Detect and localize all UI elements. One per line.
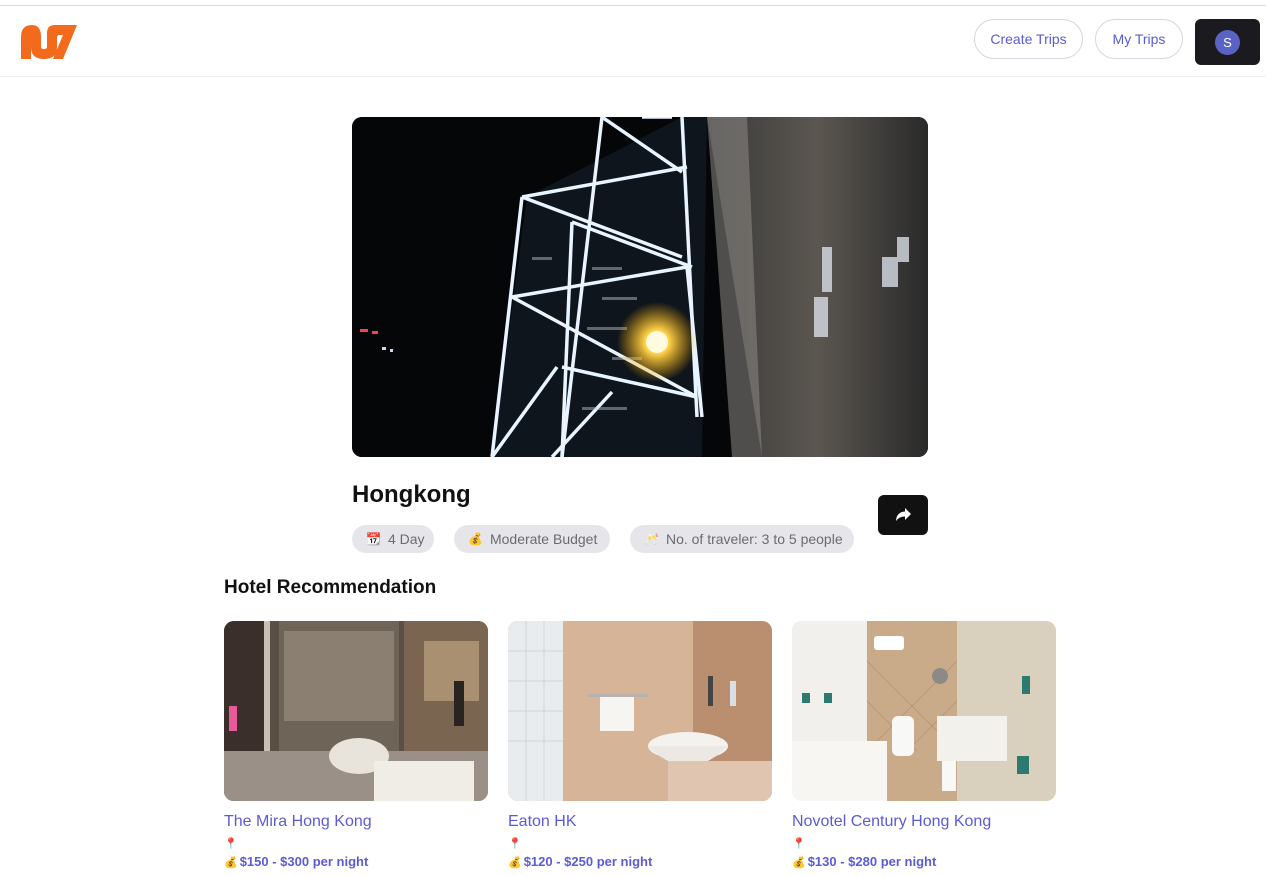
hotel-price-row: 💰 $150 - $300 per night <box>224 854 488 869</box>
hotel-image <box>508 621 772 801</box>
my-trips-button[interactable]: My Trips <box>1095 19 1183 59</box>
hotel-location: 📍 <box>792 835 1056 850</box>
share-icon <box>896 508 911 521</box>
trip-travelers-badge: 🥂 No. of traveler: 3 to 5 people <box>630 525 854 553</box>
app-header: Create Trips My Trips S <box>0 6 1266 77</box>
hotel-section-title: Hotel Recommendation <box>224 577 437 598</box>
cheers-icon: 🥂 <box>644 532 659 546</box>
hotel-image <box>224 621 488 801</box>
profile-menu-button[interactable]: S <box>1195 19 1260 65</box>
hotel-location: 📍 <box>224 835 488 850</box>
trip-budget-text: Moderate Budget <box>489 531 598 547</box>
hotel-price-row: 💰 $130 - $280 per night <box>792 854 1056 869</box>
hotel-price: $120 - $250 per night <box>523 854 653 869</box>
money-bag-icon: 💰 <box>468 532 483 546</box>
money-bag-icon: 💰 <box>792 857 806 869</box>
money-bag-icon: 💰 <box>224 857 238 869</box>
location-pin-icon: 📍 <box>508 838 522 850</box>
location-pin-icon: 📍 <box>792 838 806 850</box>
avatar: S <box>1215 29 1240 55</box>
hotel-price: $150 - $300 per night <box>239 854 369 869</box>
trip-duration-badge: 📆 4 Day <box>352 525 434 553</box>
hotel-price: $130 - $280 per night <box>807 854 937 869</box>
trip-travelers-text: No. of traveler: 3 to 5 people <box>665 531 843 547</box>
tripgen-logo-icon[interactable] <box>19 23 79 61</box>
trip-budget-badge: 💰 Moderate Budget <box>454 525 610 553</box>
location-pin-icon: 📍 <box>224 838 238 850</box>
hotel-location: 📍 <box>508 835 772 850</box>
destination-hero-image <box>352 117 928 457</box>
hotel-name[interactable]: The Mira Hong Kong <box>224 813 488 831</box>
hotel-card[interactable]: The Mira Hong Kong 📍 💰 $150 - $300 per ni… <box>224 621 488 869</box>
share-button[interactable] <box>878 495 928 535</box>
hotel-name[interactable]: Eaton HK <box>508 813 772 831</box>
destination-title: Hongkong <box>352 481 471 508</box>
money-bag-icon: 💰 <box>508 857 522 869</box>
create-trips-button[interactable]: Create Trips <box>974 19 1083 59</box>
hotel-name[interactable]: Novotel Century Hong Kong <box>792 813 1056 831</box>
hotel-card[interactable]: Novotel Century Hong Kong 📍 💰 $130 - $280… <box>792 621 1056 869</box>
hotel-image <box>792 621 1056 801</box>
hotel-price-row: 💰 $120 - $250 per night <box>508 854 772 869</box>
trip-duration-text: 4 Day <box>387 531 425 547</box>
hotel-card[interactable]: Eaton HK 📍 💰 $120 - $250 per night <box>508 621 772 869</box>
calendar-icon: 📆 <box>366 532 381 546</box>
